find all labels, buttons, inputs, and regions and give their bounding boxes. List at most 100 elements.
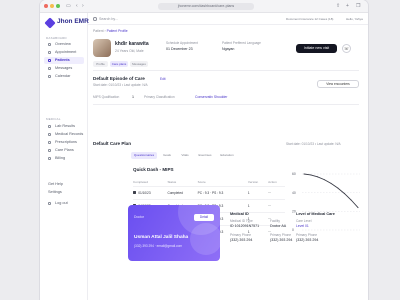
initiate-visit-button[interactable]: Initiate new visit bbox=[296, 44, 337, 53]
cell-status: Completed bbox=[167, 185, 198, 199]
episode-dates: Start date: 01/10/23 • Last update: N/A bbox=[93, 83, 148, 87]
classification-value[interactable]: Conservativ Shoulder bbox=[195, 95, 227, 99]
table-row[interactable]: 01/10/23 Completed PC : 9.3 · PS : 9.3 1 ··· bbox=[133, 185, 285, 199]
calendar-icon bbox=[48, 51, 51, 54]
minimize-dot-icon[interactable] bbox=[50, 4, 54, 8]
secondary-phone-label: Primary Phone bbox=[270, 233, 292, 237]
logo-icon bbox=[44, 17, 56, 29]
care-plan-title: Default Care Plan bbox=[93, 141, 132, 146]
footer-label: Get Help bbox=[48, 182, 63, 186]
address-bar[interactable]: jhonemr.com/dashboard/care-plans bbox=[158, 3, 254, 10]
tab-messages[interactable]: Messages bbox=[130, 61, 148, 67]
care-level-phone-label: Primary Phone bbox=[296, 233, 318, 237]
subtab-goals[interactable]: Goals bbox=[159, 152, 175, 159]
patient-name: khdir karawita bbox=[115, 41, 149, 47]
user-greeting[interactable]: Hello, Yahya bbox=[346, 17, 363, 21]
search-icon bbox=[93, 17, 97, 21]
get-help-link[interactable]: Get Help bbox=[44, 181, 84, 188]
classification-label: Primary Classification bbox=[144, 95, 175, 99]
phone-icon[interactable]: ☏ bbox=[342, 44, 351, 53]
share-icon[interactable]: ⇧ bbox=[336, 3, 340, 10]
maximize-dot-icon[interactable] bbox=[56, 4, 60, 8]
sidebar: Jhon EMR DASHBOARD Overview Appointment … bbox=[40, 13, 89, 300]
data-point bbox=[337, 187, 339, 189]
mips-value: 1 bbox=[132, 95, 134, 99]
section-dashboard: DASHBOARD bbox=[46, 36, 67, 40]
data-point bbox=[303, 173, 305, 175]
primary-phone-value: (332) 393 294 bbox=[230, 238, 253, 242]
cell-date: 01/10/23 bbox=[133, 185, 168, 199]
subtab-questionnaires[interactable]: Questionnaires bbox=[131, 152, 157, 159]
divider bbox=[93, 70, 359, 71]
calendar-icon bbox=[48, 75, 51, 78]
more-icon[interactable]: ··· bbox=[268, 191, 271, 195]
folder-icon bbox=[48, 133, 51, 136]
tabs-icon[interactable]: ❐ bbox=[356, 3, 360, 10]
settings-link[interactable]: Settings bbox=[44, 189, 84, 196]
sidebar-item-lab-results[interactable]: Lab Results bbox=[44, 123, 84, 130]
subtab-education[interactable]: Education bbox=[217, 152, 237, 159]
medical-type-value: ID 1012091N7571 bbox=[230, 224, 260, 228]
col-status: Status bbox=[167, 180, 177, 185]
tab-profile[interactable]: Profile bbox=[93, 61, 108, 67]
new-tab-icon[interactable]: + bbox=[346, 3, 349, 10]
care-level-label: Care Level bbox=[296, 219, 312, 223]
sidebar-item-label: Prescriptions bbox=[55, 140, 77, 144]
forward-icon[interactable]: › bbox=[82, 3, 84, 10]
view-encounters-button[interactable]: View encounters bbox=[317, 80, 359, 88]
breadcrumb-parent[interactable]: Patient bbox=[93, 29, 104, 33]
browser-chrome: ▭ ‹ › jhonemr.com/dashboard/care-plans ⇧… bbox=[40, 0, 368, 13]
cell-action: ··· bbox=[268, 185, 285, 199]
sidebar-item-label: Medical Records bbox=[55, 132, 84, 136]
sidebar-item-label: Billing bbox=[55, 156, 66, 160]
sidebar-item-patients[interactable]: Patients bbox=[44, 57, 84, 64]
search-placeholder: Search by... bbox=[99, 17, 118, 21]
sidebar-item-billing[interactable]: Billing bbox=[44, 155, 84, 162]
cell-version: 1 bbox=[247, 198, 269, 212]
sidebar-item-messages[interactable]: Messages bbox=[44, 65, 84, 72]
primary-phone-label: Primary Phone bbox=[230, 233, 252, 237]
doctor-detail-button[interactable]: Detail bbox=[194, 214, 214, 221]
sidebar-item-overview[interactable]: Overview bbox=[44, 41, 84, 48]
sidebar-item-label: Care Plans bbox=[55, 148, 74, 152]
sidebar-item-appointment[interactable]: Appointment bbox=[44, 49, 84, 56]
care-level-value[interactable]: Level 01 bbox=[296, 224, 309, 228]
cell-version-text: 1 bbox=[247, 190, 250, 195]
footer-label: Settings bbox=[48, 190, 62, 194]
section-medical: MEDICAL bbox=[46, 117, 61, 121]
appointment-label: Schedule Appointment bbox=[166, 41, 198, 45]
back-icon[interactable]: ‹ bbox=[76, 3, 78, 10]
billing-icon bbox=[48, 157, 51, 160]
logout-button[interactable]: Log out bbox=[44, 200, 84, 207]
checkbox-icon[interactable] bbox=[133, 191, 137, 195]
search-input[interactable]: Search by... bbox=[91, 15, 171, 23]
y-tick-label: 60 bbox=[292, 172, 296, 176]
cell-score-text: PC : 9.3 · PS : 9.3 bbox=[197, 190, 224, 195]
sidebar-item-prescriptions[interactable]: Prescriptions bbox=[44, 139, 84, 146]
doctor-label: Doctor bbox=[134, 215, 144, 219]
care-plan-dates: Start date: 01/10/23 • Last update: N/A bbox=[286, 142, 341, 146]
col-completed: Completed bbox=[133, 180, 148, 185]
episode-edit[interactable]: Edit bbox=[160, 77, 166, 81]
doctor-card: Doctor Detail Usman Attal Jalil Shaha (3… bbox=[128, 205, 220, 261]
breadcrumb-current: Patient Profile bbox=[106, 29, 128, 33]
sidebar-toggle-icon[interactable]: ▭ bbox=[66, 3, 71, 10]
sidebar-item-medical-records[interactable]: Medical Records bbox=[44, 131, 84, 138]
cell-action: ··· bbox=[268, 198, 285, 212]
divider bbox=[93, 104, 359, 105]
close-dot-icon[interactable] bbox=[44, 4, 48, 8]
care-level-title: Level of Medical Care bbox=[296, 212, 335, 216]
subtab-exercises[interactable]: Exercises bbox=[195, 152, 215, 159]
sidebar-item-calendar[interactable]: Calendar bbox=[44, 73, 84, 80]
cell-date-text: 01/10/23 bbox=[138, 190, 151, 195]
topbar: Search by... Document Insurance 12 Cases… bbox=[88, 13, 368, 25]
tab-care-plans[interactable]: Care plans bbox=[110, 61, 128, 67]
cell-status-text: Completed bbox=[167, 190, 183, 195]
patient-age: 24 Years Old, Male bbox=[115, 49, 144, 53]
more-icon[interactable]: ··· bbox=[268, 204, 271, 208]
subtab-vitals[interactable]: Vitals bbox=[177, 152, 193, 159]
clipboard-icon bbox=[48, 149, 51, 152]
app-logo: Jhon EMR bbox=[57, 18, 89, 25]
data-point bbox=[357, 207, 359, 209]
sidebar-item-care-plans[interactable]: Care Plans bbox=[44, 147, 84, 154]
